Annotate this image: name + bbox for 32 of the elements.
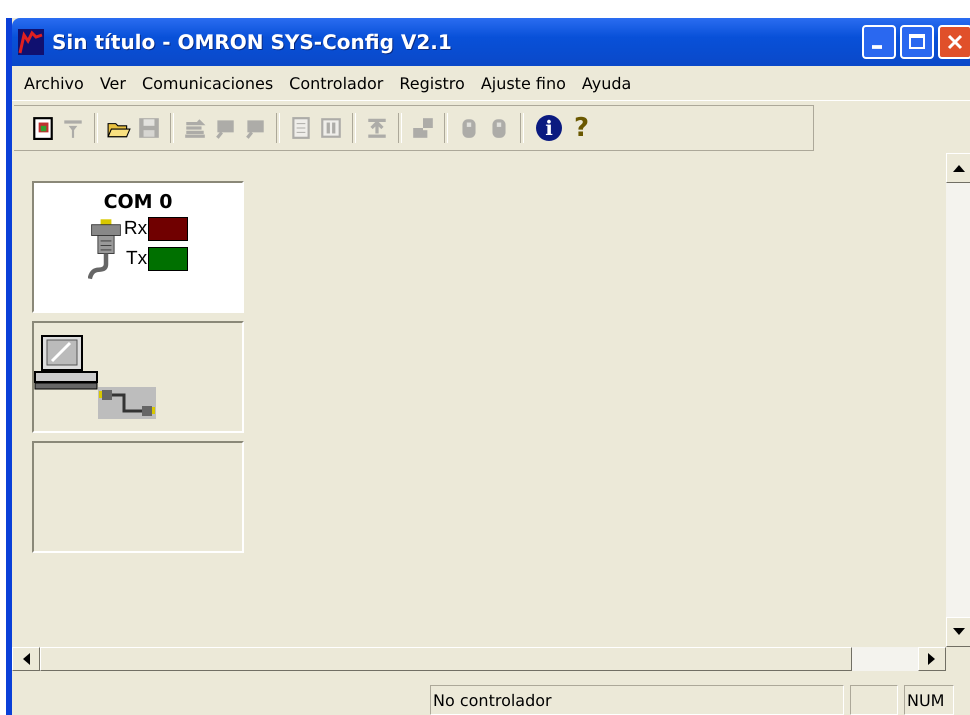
status-text: No controlador [430,685,844,715]
document-icon[interactable] [31,116,55,140]
close-button[interactable] [938,25,970,59]
maximize-button[interactable] [900,25,934,59]
status-panel [850,685,898,715]
menu-item[interactable]: Registro [391,74,473,92]
cable-icon [98,387,156,419]
menu-item[interactable]: Ajuste fino [472,74,574,92]
menu-item[interactable]: Ver [92,74,134,92]
app-icon [18,29,44,55]
serial-connector-icon [88,217,124,281]
info-button[interactable]: i [536,115,562,141]
signal-label: Tx [126,248,148,270]
maximize-icon [907,32,927,52]
menu-item[interactable]: Comunicaciones [134,74,282,92]
menu-item[interactable]: Controlador [281,74,392,92]
port-label: COM 0 [104,191,172,213]
horizontal-scrollbar[interactable] [12,647,946,671]
vertical-scrollbar[interactable] [946,153,970,647]
help-button[interactable]: ? [574,114,590,142]
minimize-button[interactable] [862,25,896,59]
num-lock-indicator: NUM [904,685,954,715]
close-icon [945,32,965,52]
signal-label: Rx [124,218,148,240]
window-title: Sin título - OMRON SYS-Config V2.1 [52,30,453,54]
menu-item[interactable]: Archivo [16,74,92,92]
menu-item[interactable]: Ayuda [574,74,640,92]
scroll-down-icon[interactable] [952,628,964,636]
scroll-right-icon[interactable] [928,653,936,665]
scroll-up-icon[interactable] [952,164,964,172]
minimize-icon [872,45,882,49]
scroll-left-icon[interactable] [22,653,30,665]
